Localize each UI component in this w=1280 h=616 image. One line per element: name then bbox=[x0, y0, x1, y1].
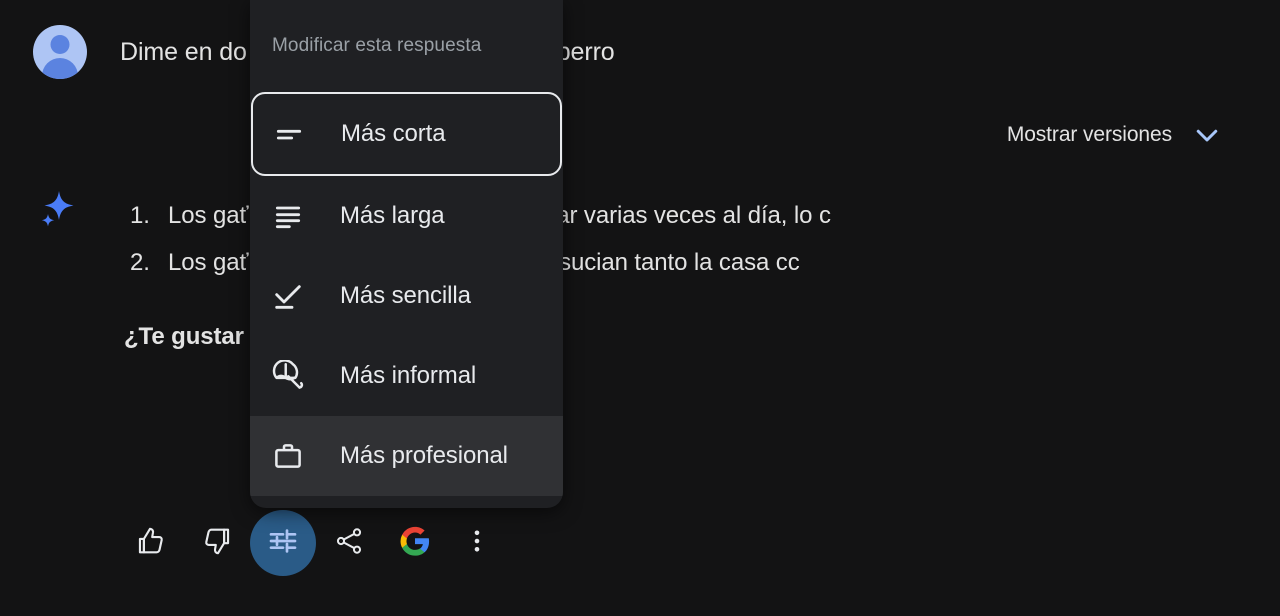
text-shorter-icon bbox=[273, 118, 325, 150]
menu-item-label: Más profesional bbox=[340, 442, 508, 469]
google-g-icon bbox=[399, 525, 431, 562]
modify-response-menu: Modificar esta respuesta Más corta Más l… bbox=[250, 0, 563, 508]
thumb-up-button[interactable] bbox=[118, 510, 184, 576]
gemini-response-screen: Dime en do gato es mejor que tener un pe… bbox=[0, 0, 1280, 616]
menu-header-label: Modificar esta respuesta bbox=[272, 35, 482, 56]
share-icon bbox=[333, 525, 365, 562]
thumb-up-icon bbox=[134, 524, 168, 563]
share-button[interactable] bbox=[316, 510, 382, 576]
menu-item-longer[interactable]: Más larga bbox=[250, 176, 563, 256]
show-versions-label[interactable]: Mostrar versiones bbox=[1007, 123, 1172, 147]
menu-item-label: Más sencilla bbox=[340, 282, 471, 309]
menu-item-simpler[interactable]: Más sencilla bbox=[250, 256, 563, 336]
menu-item-professional[interactable]: Más profesional bbox=[250, 416, 563, 496]
prompt-row: Dime en do gato es mejor que tener un pe… bbox=[0, 0, 1280, 104]
menu-item-shorter[interactable]: Más corta bbox=[251, 92, 562, 176]
avatar-head bbox=[50, 35, 70, 54]
menu-item-label: Más larga bbox=[340, 202, 445, 229]
thumb-down-button[interactable] bbox=[184, 510, 250, 576]
beach-umbrella-icon bbox=[272, 360, 324, 392]
menu-item-label: Más informal bbox=[340, 362, 477, 389]
chevron-down-icon[interactable] bbox=[1192, 120, 1222, 150]
google-search-button[interactable] bbox=[382, 510, 448, 576]
more-vert-icon bbox=[462, 526, 492, 561]
tune-sliders-icon bbox=[267, 525, 299, 562]
response-action-bar bbox=[118, 510, 506, 576]
thumb-down-icon bbox=[200, 524, 234, 563]
text-longer-icon bbox=[272, 200, 324, 232]
menu-item-label: Más corta bbox=[341, 120, 446, 147]
briefcase-icon bbox=[272, 440, 324, 472]
avatar-body bbox=[42, 58, 78, 79]
menu-item-casual[interactable]: Más informal bbox=[250, 336, 563, 416]
modify-response-button[interactable] bbox=[250, 510, 316, 576]
versions-control: Mostrar versiones bbox=[1007, 120, 1222, 150]
more-options-button[interactable] bbox=[448, 510, 506, 576]
user-avatar-icon bbox=[33, 25, 87, 79]
check-simple-icon bbox=[272, 280, 324, 312]
gemini-sparkle-icon bbox=[36, 187, 78, 229]
